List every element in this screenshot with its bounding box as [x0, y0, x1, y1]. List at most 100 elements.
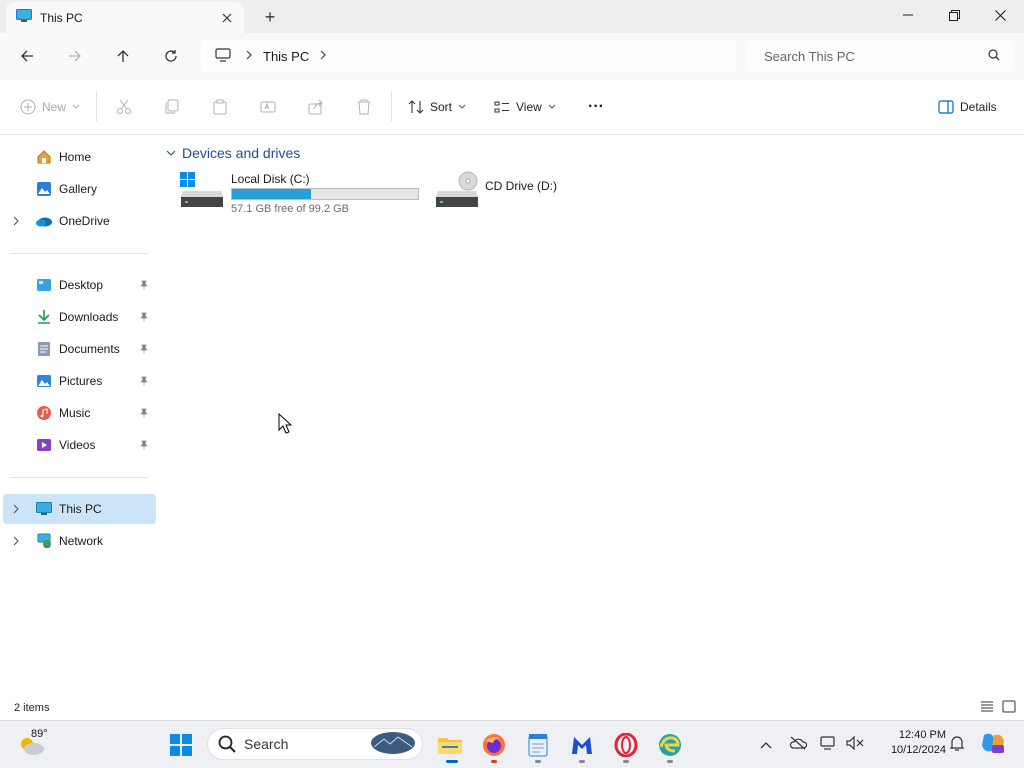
chevron-right-icon[interactable]	[245, 49, 253, 63]
clock[interactable]: 12:40 PM 10/12/2024	[872, 728, 946, 760]
delete-button[interactable]	[356, 94, 372, 120]
weather-widget[interactable]: 89°	[16, 726, 68, 760]
file-explorer-taskbar-button[interactable]	[432, 727, 468, 763]
sidebar-item-home[interactable]: Home	[3, 143, 156, 171]
new-label: New	[42, 100, 67, 114]
arrow-right-icon	[69, 50, 81, 62]
drive-name: CD Drive (D:)	[485, 179, 557, 193]
chevron-right-icon[interactable]	[3, 216, 29, 226]
refresh-button[interactable]	[156, 42, 186, 70]
view-icon	[494, 101, 509, 113]
new-button[interactable]: New	[20, 94, 80, 120]
tiles-view-icon	[1002, 700, 1016, 713]
sidebar-item-music[interactable]: Music	[3, 399, 156, 427]
sidebar-item-this-pc[interactable]: This PC	[3, 494, 156, 524]
opera-icon	[614, 733, 638, 757]
details-label: Details	[960, 100, 997, 114]
opera-taskbar-button[interactable]	[608, 727, 644, 763]
chevron-right-icon[interactable]	[319, 49, 327, 63]
music-icon	[33, 405, 55, 421]
sidebar-item-gallery[interactable]: Gallery	[3, 175, 156, 203]
minimize-button[interactable]	[885, 0, 931, 30]
pin-icon[interactable]	[134, 280, 154, 290]
downloads-icon	[33, 309, 55, 325]
pin-icon[interactable]	[134, 344, 154, 354]
chevron-right-icon[interactable]	[3, 504, 29, 514]
sidebar-item-network[interactable]: Network	[3, 527, 156, 555]
onedrive-status-icon[interactable]	[789, 736, 808, 753]
sidebar-item-onedrive[interactable]: OneDrive	[3, 207, 156, 235]
sidebar-item-pictures[interactable]: Pictures	[3, 367, 156, 395]
forward-button[interactable]	[60, 42, 90, 70]
sort-icon	[408, 100, 424, 114]
chevron-up-icon[interactable]	[760, 738, 772, 752]
rename-button[interactable]	[260, 94, 276, 120]
close-tab-button[interactable]	[216, 7, 238, 29]
drive-free-space: 57.1 GB free of 99.2 GB	[231, 203, 350, 215]
search-box[interactable]	[746, 40, 1014, 72]
sidebar-item-documents[interactable]: Documents	[3, 335, 156, 363]
copy-icon	[165, 99, 179, 114]
sidebar-item-desktop[interactable]: Desktop	[3, 271, 156, 299]
notepad-taskbar-button[interactable]	[520, 727, 556, 763]
close-window-button[interactable]	[977, 0, 1023, 30]
chevron-down-icon	[548, 104, 556, 109]
malwarebytes-taskbar-button[interactable]	[564, 727, 600, 763]
search-highlight-icon	[370, 731, 416, 758]
details-view-button[interactable]	[980, 701, 994, 716]
running-indicator	[535, 760, 541, 763]
restore-icon	[948, 9, 960, 21]
see-more-button[interactable]: ···	[588, 94, 604, 120]
start-button[interactable]	[163, 727, 199, 763]
chevron-right-icon[interactable]	[3, 536, 29, 546]
up-button[interactable]	[108, 42, 138, 70]
cut-button[interactable]	[116, 94, 132, 120]
drive-usage-bar	[231, 188, 419, 200]
view-button[interactable]: View	[494, 94, 556, 120]
new-tab-button[interactable]: +	[258, 6, 282, 28]
network-status-icon[interactable]	[820, 735, 838, 754]
folder-icon	[438, 738, 462, 754]
copy-button[interactable]	[164, 94, 180, 120]
pin-icon[interactable]	[134, 312, 154, 322]
documents-icon	[33, 341, 55, 357]
edge-taskbar-button[interactable]	[652, 727, 688, 763]
sidebar-item-videos[interactable]: Videos	[3, 431, 156, 459]
search-input[interactable]	[764, 48, 964, 64]
share-button[interactable]	[308, 94, 324, 120]
volume-muted-icon[interactable]	[846, 735, 864, 753]
pin-icon[interactable]	[134, 440, 154, 450]
running-indicator	[491, 760, 497, 763]
sidebar-divider	[10, 477, 148, 478]
breadcrumb-this-pc[interactable]: This PC	[263, 49, 309, 64]
view-label: View	[516, 100, 542, 114]
sidebar-item-label: This PC	[59, 502, 102, 516]
notifications-bell-icon[interactable]	[949, 735, 965, 754]
sidebar-item-downloads[interactable]: Downloads	[3, 303, 156, 331]
firefox-taskbar-button[interactable]	[476, 727, 512, 763]
restore-button[interactable]	[931, 0, 977, 30]
close-icon	[222, 13, 232, 22]
this-pc-icon	[33, 502, 55, 516]
pin-icon[interactable]	[134, 408, 154, 418]
taskbar-search[interactable]: Search	[207, 728, 423, 760]
sidebar-item-label: Gallery	[59, 182, 98, 196]
copilot-icon[interactable]	[980, 731, 1006, 758]
toolbar-divider	[391, 92, 392, 122]
clock-time: 12:40 PM	[898, 729, 946, 741]
sort-button[interactable]: Sort	[408, 94, 466, 120]
address-bar[interactable]: This PC	[201, 40, 736, 72]
tab-this-pc[interactable]: This PC	[6, 2, 244, 33]
search-icon[interactable]	[988, 48, 1000, 64]
pin-icon[interactable]	[134, 376, 154, 386]
weather-temp: 89°	[31, 728, 48, 740]
paste-button[interactable]	[212, 94, 228, 120]
paste-icon	[213, 99, 227, 115]
details-button[interactable]: Details	[938, 94, 997, 120]
malwarebytes-icon	[572, 737, 592, 754]
running-indicator	[623, 760, 629, 763]
back-button[interactable]	[12, 42, 42, 70]
taskbar	[0, 720, 1024, 768]
tiles-view-button[interactable]	[1002, 700, 1016, 716]
group-header[interactable]: Devices and drives	[166, 145, 300, 161]
